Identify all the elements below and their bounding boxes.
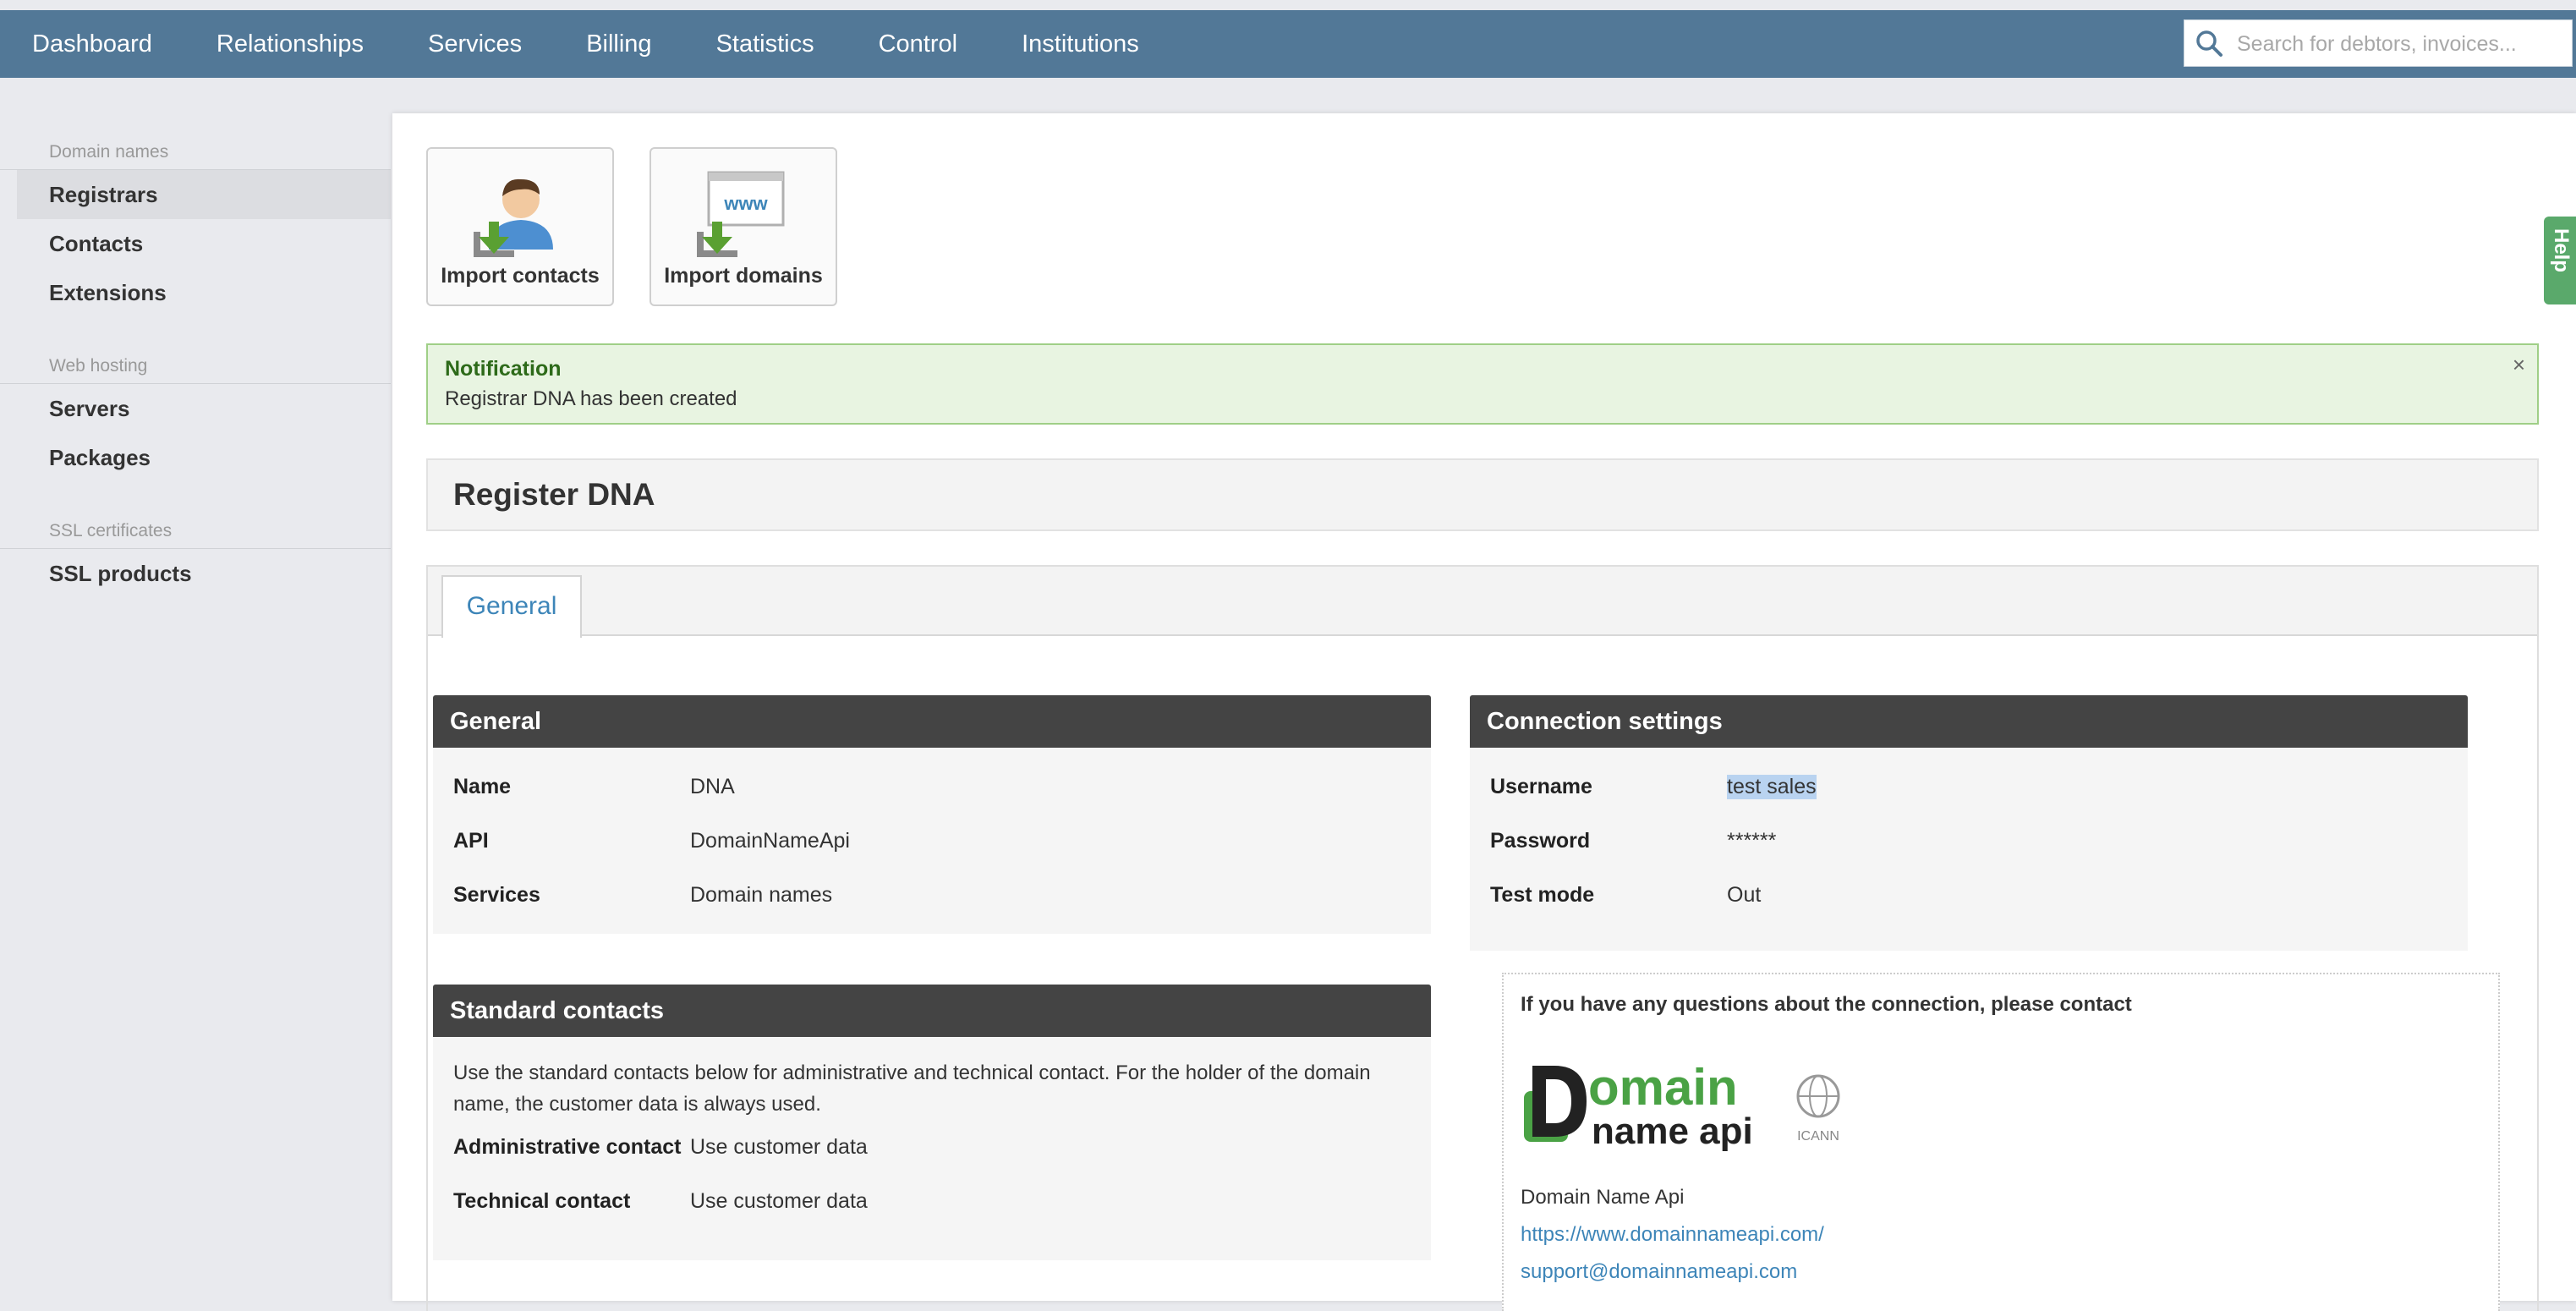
import-contacts-button[interactable]: Import contacts <box>426 147 614 306</box>
field-value: test sales <box>1727 775 1817 799</box>
nav-services[interactable]: Services <box>396 10 554 78</box>
connection-settings-panel: Connection settings Username test sales … <box>1470 695 2468 951</box>
nav-control[interactable]: Control <box>847 10 990 78</box>
search-icon <box>2196 30 2222 57</box>
contact-name: Domain Name Api <box>1521 1186 1685 1209</box>
svg-text:name api: name api <box>1592 1111 1753 1152</box>
contact-info-box: If you have any questions about the conn… <box>1502 973 2500 1311</box>
standard-contacts-description: Use the standard contacts below for admi… <box>453 1061 1371 1116</box>
field-label: Password <box>1490 829 1591 853</box>
sidebar-heading: Web hosting <box>0 349 391 384</box>
field-label: Services <box>453 883 540 907</box>
field-label: Technical contact <box>453 1189 631 1213</box>
nav-statistics[interactable]: Statistics <box>684 10 847 78</box>
import-contacts-label: Import contacts <box>441 264 600 288</box>
close-icon[interactable]: × <box>2513 352 2525 378</box>
contact-website-link[interactable]: https://www.domainnameapi.com/ <box>1521 1223 1824 1247</box>
import-domains-button[interactable]: www Import domains <box>649 147 837 306</box>
field-label: Administrative contact <box>453 1135 682 1159</box>
sidebar: Domain names Registrars Contacts Extensi… <box>0 135 391 630</box>
field-value: DNA <box>690 775 735 798</box>
import-contacts-icon <box>474 178 553 257</box>
import-domains-icon: www <box>697 171 785 257</box>
standard-contacts-header: Standard contacts <box>433 985 1431 1037</box>
field-label: API <box>453 829 489 853</box>
standard-contacts-panel: Standard contacts Use the standard conta… <box>433 985 1431 1260</box>
field-label: Name <box>453 775 512 798</box>
help-tab[interactable]: Help <box>2544 217 2576 304</box>
sidebar-item-ssl-products[interactable]: SSL products <box>0 549 391 598</box>
sidebar-group-web-hosting: Web hosting Servers Packages <box>0 349 391 482</box>
connection-panel-header: Connection settings <box>1470 695 2468 748</box>
nav-dashboard[interactable]: Dashboard <box>0 10 184 78</box>
general-panel-header: General <box>433 695 1431 748</box>
field-value: Use customer data <box>690 1135 868 1159</box>
sidebar-group-ssl: SSL certificates SSL products <box>0 514 391 598</box>
svg-text:www: www <box>723 193 768 214</box>
sidebar-heading: SSL certificates <box>0 514 391 549</box>
page-title-box: Register DNA <box>426 458 2539 531</box>
nav-relationships[interactable]: Relationships <box>184 10 396 78</box>
sidebar-item-registrars[interactable]: Registrars <box>17 170 391 219</box>
notification-message: Registrar DNA has been created <box>445 387 737 410</box>
svg-text:ICANN: ICANN <box>1797 1129 1839 1144</box>
main-content: Import contacts www Import domains Notif… <box>392 113 2576 1311</box>
field-value: Use customer data <box>690 1189 868 1213</box>
field-label: Test mode <box>1490 883 1595 907</box>
page-title: Register DNA <box>453 477 655 512</box>
tab-general[interactable]: General <box>441 575 582 638</box>
sidebar-item-contacts[interactable]: Contacts <box>0 219 391 268</box>
notification-banner: Notification Registrar DNA has been crea… <box>426 343 2539 425</box>
main-nav: Dashboard Relationships Services Billing… <box>0 10 1171 78</box>
field-value: ****** <box>1727 829 1777 853</box>
nav-institutions[interactable]: Institutions <box>989 10 1171 78</box>
svg-text:omain: omain <box>1588 1059 1738 1116</box>
field-value: Out <box>1727 883 1762 907</box>
general-panel: General Name DNA API DomainNameApi Servi… <box>433 695 1431 934</box>
import-domains-label: Import domains <box>664 264 823 288</box>
contact-question: If you have any questions about the conn… <box>1521 993 2132 1016</box>
search-input[interactable] <box>2235 20 2568 68</box>
tab-bar: General <box>426 565 2539 638</box>
field-value: Domain names <box>690 883 833 907</box>
sidebar-item-packages[interactable]: Packages <box>0 433 391 482</box>
notification-title: Notification <box>445 357 562 381</box>
field-label: Username <box>1490 775 1592 798</box>
sidebar-item-extensions[interactable]: Extensions <box>0 268 391 317</box>
sidebar-group-domain-names: Domain names Registrars Contacts Extensi… <box>0 135 391 317</box>
field-value: DomainNameApi <box>690 829 850 853</box>
nav-billing[interactable]: Billing <box>554 10 683 78</box>
domain-name-api-logo: omain name api ICANN <box>1524 1059 1840 1152</box>
sidebar-item-servers[interactable]: Servers <box>0 384 391 433</box>
help-tab-label: Help <box>2550 228 2573 273</box>
search-box[interactable] <box>2184 19 2573 68</box>
contact-email-link[interactable]: support@domainnameapi.com <box>1521 1260 1797 1284</box>
sidebar-heading: Domain names <box>0 135 391 170</box>
top-navigation-bar: Dashboard Relationships Services Billing… <box>0 10 2576 78</box>
